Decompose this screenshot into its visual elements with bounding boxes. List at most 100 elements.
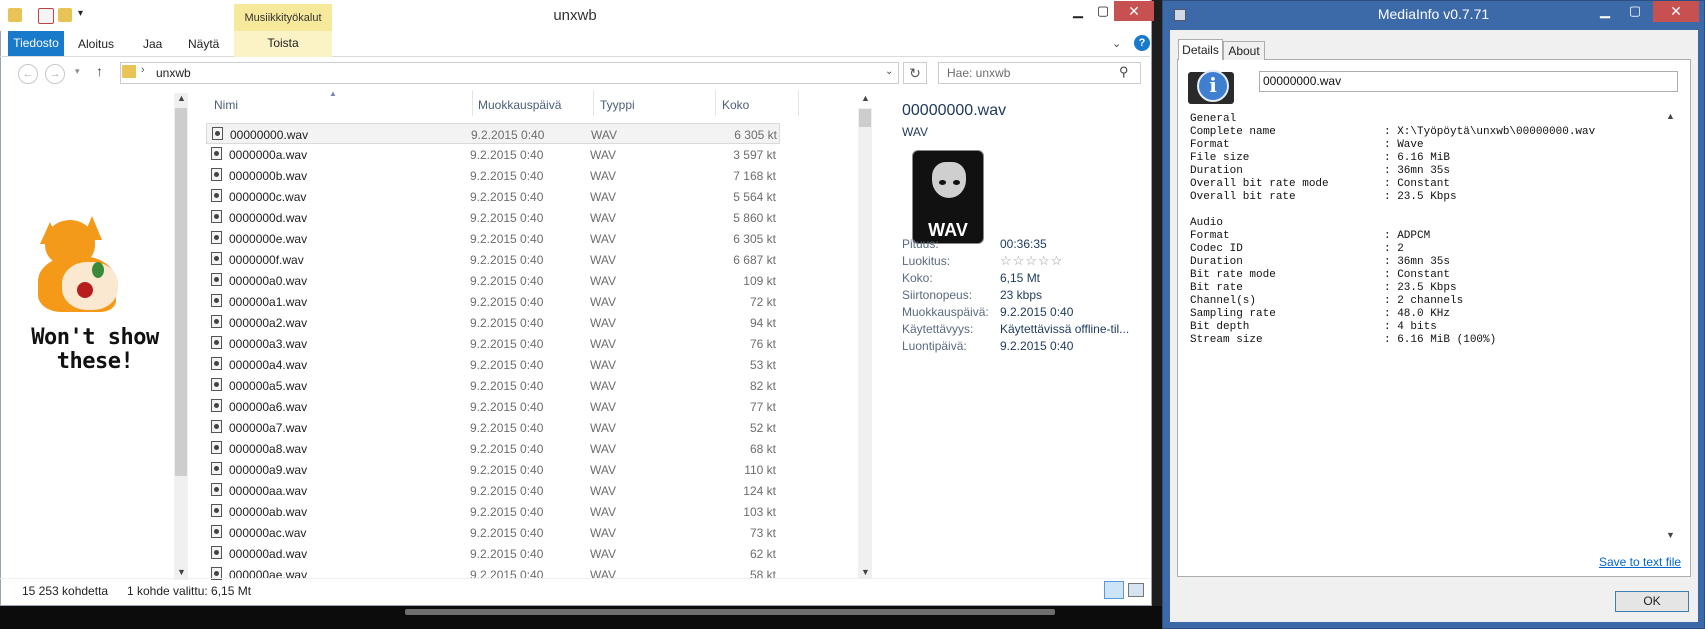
property-label: Luontipäivä: <box>902 339 967 353</box>
table-row[interactable]: 000000ac.wav 9.2.2015 0:40 WAV 73 kt <box>206 522 780 543</box>
minimize-button[interactable]: ▁ <box>1064 2 1092 22</box>
audio-file-icon <box>211 462 222 475</box>
ok-button[interactable]: OK <box>1615 591 1689 612</box>
audio-file-icon <box>211 483 222 496</box>
table-row[interactable]: 000000a5.wav 9.2.2015 0:40 WAV 82 kt <box>206 375 780 396</box>
tab-about[interactable]: About <box>1223 41 1265 60</box>
info-key: General <box>1190 113 1237 125</box>
up-button[interactable]: ↑ <box>96 63 103 79</box>
file-size: 62 kt <box>749 547 776 561</box>
table-row[interactable]: 0000000b.wav 9.2.2015 0:40 WAV 7 168 kt <box>206 165 780 186</box>
refresh-button[interactable]: ↻ <box>903 62 927 84</box>
file-size: 68 kt <box>749 442 776 456</box>
file-type: WAV <box>590 379 616 393</box>
column-header-size[interactable]: Koko <box>722 98 749 112</box>
table-row[interactable]: 000000ad.wav 9.2.2015 0:40 WAV 62 kt <box>206 543 780 564</box>
tab-details[interactable]: Details <box>1178 39 1223 60</box>
info-value: : 6.16 MiB <box>1384 152 1451 164</box>
breadcrumb[interactable]: unxwb <box>156 66 191 80</box>
info-value: : 6.16 MiB (100%) <box>1384 334 1497 346</box>
tab-play[interactable]: Toista <box>234 31 332 57</box>
table-row[interactable]: 000000a6.wav 9.2.2015 0:40 WAV 77 kt <box>206 396 780 417</box>
property-label: Käytettävyys: <box>902 322 974 336</box>
back-button[interactable]: ← <box>18 64 38 84</box>
table-row[interactable]: 000000a9.wav 9.2.2015 0:40 WAV 110 kt <box>206 459 780 480</box>
table-row[interactable]: 000000ab.wav 9.2.2015 0:40 WAV 103 kt <box>206 501 780 522</box>
address-bar[interactable] <box>120 62 899 84</box>
window-title: unxwb <box>553 7 597 24</box>
minimize-button[interactable]: ▁ <box>1590 2 1620 22</box>
file-date: 9.2.2015 0:40 <box>470 379 544 393</box>
info-value: : Wave <box>1384 139 1424 151</box>
file-name: 000000a6.wav <box>229 400 308 414</box>
rating-stars[interactable]: ☆☆☆☆☆ <box>1000 253 1063 269</box>
table-row[interactable]: 0000000d.wav 9.2.2015 0:40 WAV 5 860 kt <box>206 207 780 228</box>
close-button[interactable]: ✕ <box>1653 1 1699 22</box>
column-divider[interactable] <box>472 90 473 116</box>
column-header-type[interactable]: Tyyppi <box>600 98 635 112</box>
file-name-value: 00000000.wav <box>1263 74 1342 88</box>
info-scrollbar[interactable] <box>1665 111 1677 541</box>
expand-ribbon-icon[interactable]: ⌄ <box>1112 37 1121 50</box>
file-list-scrollbar-thumb[interactable] <box>859 109 871 127</box>
table-row[interactable]: 000000a3.wav 9.2.2015 0:40 WAV 76 kt <box>206 333 780 354</box>
file-type: WAV <box>590 442 616 456</box>
details-view-icon[interactable] <box>1104 581 1124 599</box>
table-row[interactable]: 00000000.wav 9.2.2015 0:40 WAV 6 305 kt <box>206 123 780 144</box>
column-divider[interactable] <box>593 90 594 116</box>
large-icons-view-icon[interactable] <box>1128 583 1144 597</box>
help-icon[interactable]: ? <box>1134 35 1150 51</box>
file-list-scrollbar[interactable] <box>858 108 872 578</box>
file-name: 000000a4.wav <box>229 358 308 372</box>
forward-button[interactable]: → <box>45 64 65 84</box>
audio-file-icon <box>211 546 222 559</box>
table-row[interactable]: 000000aa.wav 9.2.2015 0:40 WAV 124 kt <box>206 480 780 501</box>
scroll-down-icon[interactable]: ▼ <box>177 567 186 577</box>
file-date: 9.2.2015 0:40 <box>470 274 544 288</box>
tab-share[interactable]: Jaa <box>143 37 162 51</box>
maximize-button[interactable]: ▢ <box>1620 2 1650 22</box>
column-header-name[interactable]: Nimi <box>214 98 238 112</box>
file-date: 9.2.2015 0:40 <box>470 211 544 225</box>
table-row[interactable]: 0000000f.wav 9.2.2015 0:40 WAV 6 687 kt <box>206 249 780 270</box>
file-name: 000000aa.wav <box>229 484 308 498</box>
table-row[interactable]: 0000000e.wav 9.2.2015 0:40 WAV 6 305 kt <box>206 228 780 249</box>
save-to-text-file-link[interactable]: Save to text file <box>1599 555 1681 569</box>
search-icon[interactable]: ⚲ <box>1119 64 1129 80</box>
scroll-up-icon[interactable]: ▲ <box>177 93 186 103</box>
file-date: 9.2.2015 0:40 <box>470 400 544 414</box>
file-size: 77 kt <box>749 400 776 414</box>
table-row[interactable]: 000000a8.wav 9.2.2015 0:40 WAV 68 kt <box>206 438 780 459</box>
tab-view[interactable]: Näytä <box>188 37 219 51</box>
nav-scrollbar-thumb[interactable] <box>175 108 187 476</box>
scroll-up-icon[interactable]: ▲ <box>1666 111 1675 121</box>
tab-file[interactable]: Tiedosto <box>8 31 64 56</box>
table-row[interactable]: 000000a4.wav 9.2.2015 0:40 WAV 53 kt <box>206 354 780 375</box>
table-row[interactable]: 000000a7.wav 9.2.2015 0:40 WAV 52 kt <box>206 417 780 438</box>
maximize-button[interactable]: ▢ <box>1089 2 1117 22</box>
table-row[interactable]: 000000a1.wav 9.2.2015 0:40 WAV 72 kt <box>206 291 780 312</box>
file-name: 000000a1.wav <box>229 295 308 309</box>
horizontal-scrollbar-thumb[interactable] <box>405 609 1055 615</box>
close-button[interactable]: ✕ <box>1114 1 1154 21</box>
column-divider[interactable] <box>798 90 799 116</box>
audio-file-icon <box>211 231 222 244</box>
table-row[interactable]: 0000000c.wav 9.2.2015 0:40 WAV 5 564 kt <box>206 186 780 207</box>
scroll-down-icon[interactable]: ▼ <box>1666 530 1675 540</box>
tab-home[interactable]: Aloitus <box>78 37 114 51</box>
file-name: 000000a2.wav <box>229 316 308 330</box>
file-size: 5 860 kt <box>733 211 776 225</box>
recent-locations-icon[interactable]: ▾ <box>75 66 80 77</box>
scroll-down-icon[interactable]: ▼ <box>861 567 870 577</box>
address-dropdown-icon[interactable]: ⌄ <box>885 66 893 77</box>
table-row[interactable]: 000000a2.wav 9.2.2015 0:40 WAV 94 kt <box>206 312 780 333</box>
column-header-date[interactable]: Muokkauspäivä <box>478 98 561 112</box>
file-type: WAV <box>590 547 616 561</box>
table-row[interactable]: 000000a0.wav 9.2.2015 0:40 WAV 109 kt <box>206 270 780 291</box>
breadcrumb-chevron-icon[interactable]: › <box>141 64 145 76</box>
table-row[interactable]: 0000000a.wav 9.2.2015 0:40 WAV 3 597 kt <box>206 144 780 165</box>
file-type: WAV <box>590 190 616 204</box>
scroll-up-icon[interactable]: ▲ <box>861 93 870 103</box>
file-type: WAV <box>590 169 616 183</box>
column-divider[interactable] <box>715 90 716 116</box>
